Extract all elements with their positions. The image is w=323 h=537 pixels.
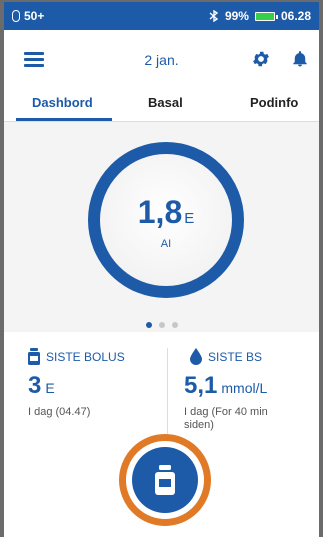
carousel-dot[interactable]	[158, 322, 165, 328]
tab-basal[interactable]: Basal	[148, 95, 183, 110]
last-bg-title: SISTE BS	[190, 348, 262, 365]
last-bolus-title: SISTE BOLUS	[28, 348, 125, 365]
iob-value: 1,8 E	[100, 194, 232, 231]
status-bar: 50+ 99% 06.28	[4, 2, 319, 30]
iob-unit: E	[184, 210, 195, 227]
last-bg-detail-line1: I dag (For 40 min	[184, 406, 268, 418]
bell-icon[interactable]	[291, 49, 309, 69]
app-header: 2 jan.	[4, 30, 319, 86]
carousel-dot[interactable]	[145, 322, 152, 328]
dashboard-panel[interactable]: 1,8 E AI	[4, 122, 319, 332]
bolus-button-icon	[155, 465, 175, 495]
iob-ring: 1,8 E AI	[88, 142, 244, 298]
phone-screen: 50+ 99% 06.28 2 jan. Dashbord Basal Podi…	[0, 0, 323, 537]
tab-bar: Dashbord Basal Podinfo	[4, 86, 319, 122]
last-bolus-unit: E	[45, 380, 55, 396]
carousel-dot[interactable]	[171, 322, 178, 328]
battery-percent: 99%	[224, 9, 249, 23]
bolus-button[interactable]	[132, 447, 198, 513]
iob-number: 1,8	[137, 194, 183, 230]
tab-dashboard[interactable]: Dashbord	[32, 95, 93, 110]
header-date: 2 jan.	[144, 52, 179, 68]
active-tab-indicator	[16, 118, 112, 121]
clock: 06.28	[280, 9, 311, 23]
status-left-text: 50+	[24, 9, 45, 23]
bluetooth-icon	[209, 10, 219, 22]
bolus-vial-icon	[28, 348, 40, 365]
pod-icon	[12, 10, 20, 22]
last-bg-number: 5,1	[184, 372, 218, 399]
last-bg-detail: I dag (For 40 min siden)	[184, 406, 268, 432]
last-bg-value: 5,1 mmol/L	[184, 372, 267, 400]
iob-label: AI	[160, 238, 172, 250]
battery-icon	[254, 11, 278, 21]
last-bolus-title-text: SISTE BOLUS	[46, 349, 125, 364]
last-bg-title-text: SISTE BS	[208, 349, 263, 364]
last-bolus-number: 3	[28, 372, 42, 399]
carousel-indicator[interactable]	[4, 322, 319, 328]
last-bolus-detail: I dag (04.47)	[28, 406, 91, 418]
last-bg-unit: mmol/L	[221, 380, 268, 396]
bolus-button-highlight	[119, 434, 211, 526]
last-bg-detail-line2: siden)	[184, 419, 214, 431]
tab-podinfo[interactable]: Podinfo	[250, 95, 298, 110]
last-bolus-value: 3E	[28, 372, 55, 400]
blood-drop-icon	[190, 348, 202, 365]
gear-icon[interactable]	[251, 49, 271, 69]
